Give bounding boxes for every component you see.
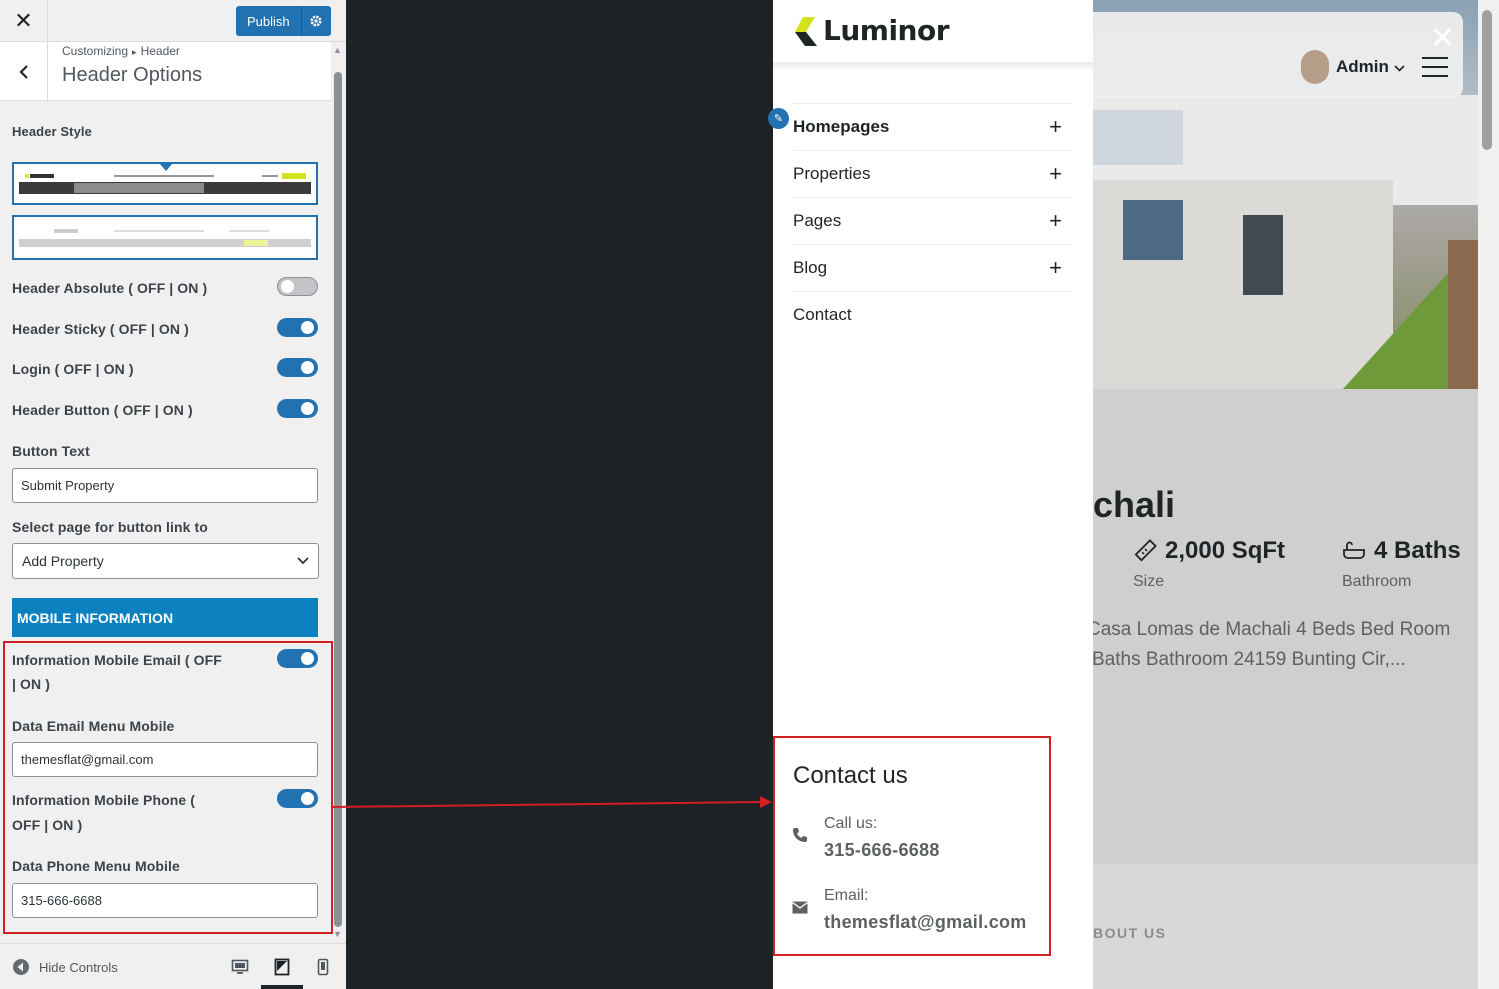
close-menu-icon[interactable]: ✕ bbox=[1430, 24, 1455, 54]
customizer-footer: Hide Controls bbox=[0, 943, 346, 989]
header-button-toggle[interactable] bbox=[277, 399, 318, 418]
menu-item-label: Blog bbox=[793, 258, 828, 277]
publish-button[interactable]: Publish bbox=[236, 6, 301, 36]
menu-item-blog[interactable]: Blog + bbox=[793, 244, 1072, 291]
select-page-label: Select page for button link to bbox=[12, 519, 208, 535]
hide-controls-label: Hide Controls bbox=[39, 959, 118, 975]
close-customizer-button[interactable]: ✕ bbox=[0, 0, 48, 42]
publish-settings-button[interactable] bbox=[300, 6, 331, 36]
property-baths-value: 4 Baths bbox=[1374, 537, 1461, 564]
highlight-box-contact bbox=[773, 736, 1051, 956]
desktop-preview-button[interactable] bbox=[229, 956, 251, 978]
about-us-heading: BOUT US bbox=[1093, 925, 1167, 941]
chevron-left-icon bbox=[18, 64, 28, 79]
property-size: 2,000 SqFt bbox=[1133, 537, 1285, 565]
section-title: Header Options bbox=[62, 64, 203, 86]
menu-item-label: Properties bbox=[793, 164, 871, 183]
menu-item-label: Homepages bbox=[793, 117, 890, 136]
menu-item-pages[interactable]: Pages + bbox=[793, 197, 1072, 244]
menu-item-contact[interactable]: Contact bbox=[793, 291, 1072, 338]
breadcrumb-parent: Header bbox=[140, 44, 180, 58]
customizer-sidebar: ✕ Publish Customizing ▸ Header Header Opti… bbox=[0, 0, 346, 989]
section-header: Customizing ▸ Header Header Options bbox=[0, 42, 331, 101]
header-style-2-preview bbox=[19, 229, 311, 247]
header-style-option-2[interactable] bbox=[12, 215, 318, 260]
scroll-down-arrow-icon[interactable]: ▼ bbox=[333, 929, 342, 939]
hamburger-menu-icon[interactable] bbox=[1422, 57, 1448, 77]
mobile-preview-button[interactable] bbox=[312, 956, 334, 978]
plus-icon[interactable]: + bbox=[1049, 161, 1072, 187]
property-description-line1: Casa Lomas de Machali 4 Beds Bed Room bbox=[1093, 619, 1451, 640]
desktop-icon bbox=[231, 959, 249, 974]
admin-name: Admin bbox=[1336, 57, 1389, 76]
property-baths-label: Bathroom bbox=[1342, 573, 1412, 590]
logo-text: Luminor bbox=[823, 14, 950, 47]
site-preview: Admin chali 2,000 SqFt Size 4 Baths Bath… bbox=[1093, 0, 1499, 989]
header-divider bbox=[773, 62, 1093, 72]
bathtub-icon bbox=[1343, 541, 1365, 559]
header-style-label: Header Style bbox=[12, 124, 92, 139]
mobile-icon bbox=[317, 958, 329, 976]
highlight-box-settings bbox=[3, 641, 333, 934]
menu-item-homepages[interactable]: Homepages + bbox=[793, 103, 1072, 150]
admin-menu-label[interactable]: Admin bbox=[1336, 57, 1405, 77]
breadcrumb-separator-icon: ▸ bbox=[132, 47, 137, 57]
scroll-up-arrow-icon[interactable]: ▲ bbox=[333, 45, 342, 55]
select-page-dropdown[interactable]: Add Property bbox=[12, 543, 319, 579]
header-style-option-1[interactable] bbox=[12, 162, 318, 205]
plus-icon[interactable]: + bbox=[1049, 255, 1072, 281]
gear-icon bbox=[310, 15, 322, 27]
header-style-1-preview bbox=[19, 164, 311, 194]
avatar[interactable] bbox=[1301, 50, 1329, 84]
chevron-down-icon bbox=[1394, 65, 1405, 72]
select-page-value: Add Property bbox=[22, 553, 104, 569]
luminor-logo-icon bbox=[795, 16, 817, 46]
login-toggle[interactable] bbox=[277, 358, 318, 377]
property-description-line2: Baths Bathroom 24159 Bunting Cir,... bbox=[1093, 649, 1406, 670]
tablet-icon bbox=[274, 958, 290, 976]
login-label: Login ( OFF | ON ) bbox=[12, 361, 134, 377]
menu-item-properties[interactable]: Properties + bbox=[793, 150, 1072, 197]
annotation-arrow bbox=[332, 796, 772, 808]
breadcrumb-root: Customizing bbox=[62, 44, 129, 58]
site-scroll-thumb[interactable] bbox=[1482, 10, 1492, 150]
property-size-value: 2,000 SqFt bbox=[1165, 537, 1286, 564]
plus-icon[interactable]: + bbox=[1049, 208, 1072, 234]
button-text-input[interactable]: Submit Property bbox=[12, 468, 318, 503]
property-title: chali bbox=[1093, 484, 1176, 525]
button-text-label: Button Text bbox=[12, 443, 90, 459]
close-icon: ✕ bbox=[14, 8, 33, 33]
header-sticky-toggle[interactable] bbox=[277, 318, 318, 337]
device-active-indicator bbox=[261, 985, 303, 989]
publish-group: Publish bbox=[236, 6, 331, 36]
breadcrumb: Customizing ▸ Header bbox=[62, 44, 180, 58]
menu-item-label: Contact bbox=[793, 305, 852, 324]
property-size-label: Size bbox=[1133, 573, 1165, 590]
header-button-label: Header Button ( OFF | ON ) bbox=[12, 402, 193, 418]
site-logo[interactable]: Luminor bbox=[793, 14, 950, 47]
header-sticky-label: Header Sticky ( OFF | ON ) bbox=[12, 321, 189, 337]
mobile-information-heading: MOBILE INFORMATION bbox=[12, 598, 318, 637]
header-absolute-toggle[interactable] bbox=[277, 277, 318, 296]
ruler-icon bbox=[1134, 539, 1157, 562]
preview-backdrop bbox=[346, 0, 773, 989]
header-absolute-label: Header Absolute ( OFF | ON ) bbox=[12, 280, 208, 296]
customizer-topbar: ✕ Publish bbox=[0, 0, 346, 42]
site-header: Admin bbox=[1093, 12, 1463, 98]
hide-controls-button[interactable]: Hide Controls bbox=[12, 958, 118, 976]
tablet-preview-button[interactable] bbox=[271, 956, 293, 978]
property-baths: 4 Baths bbox=[1342, 537, 1461, 565]
chevron-down-icon bbox=[297, 557, 309, 565]
collapse-icon bbox=[13, 959, 29, 975]
back-button[interactable] bbox=[0, 42, 48, 101]
plus-icon[interactable]: + bbox=[1049, 114, 1072, 140]
menu-item-label: Pages bbox=[793, 211, 842, 230]
edit-shortcut-pencil-icon[interactable]: ✎ bbox=[768, 108, 789, 129]
